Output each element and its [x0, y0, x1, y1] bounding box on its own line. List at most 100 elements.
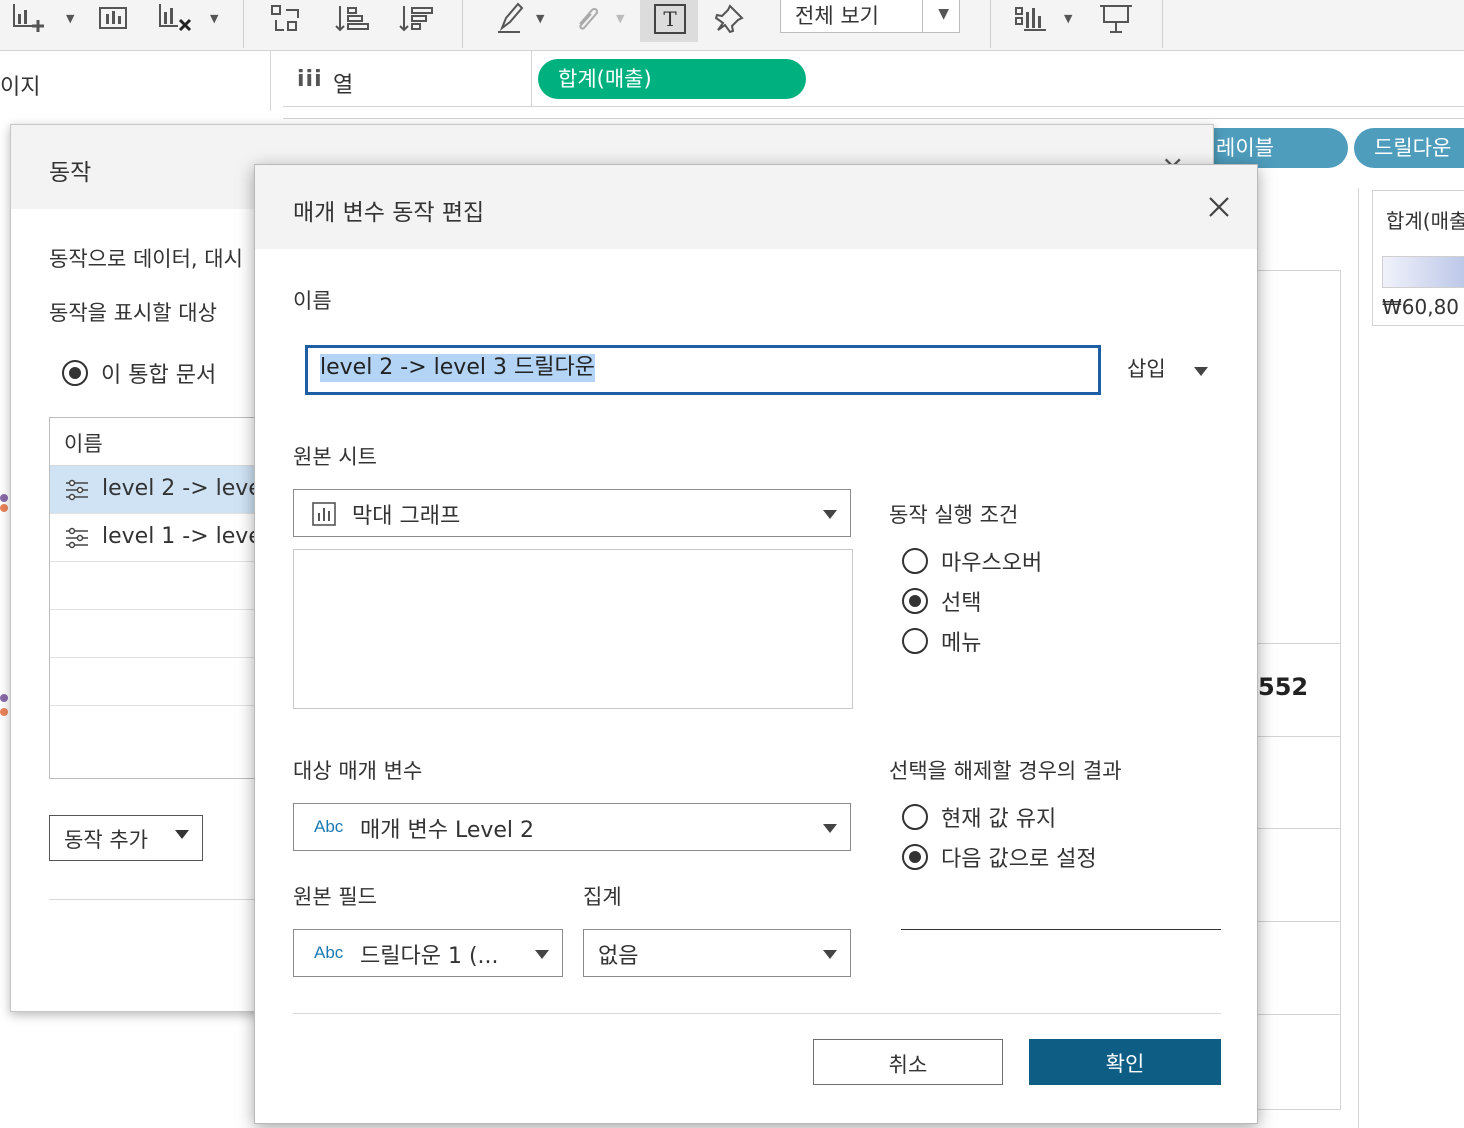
string-type-icon: Abc	[314, 943, 344, 962]
aggregation-value: 없음	[598, 944, 639, 969]
toolbar: ▼ ▼ ▼ ▼ T 전체 보기 ▼ ▼	[0, 0, 1464, 51]
swap-rows-columns-icon[interactable]	[268, 2, 308, 36]
highlight-pen-icon[interactable]	[494, 2, 530, 36]
run-action-on-label: 동작 실행 조건	[889, 503, 1019, 527]
drilldown-mark-pill[interactable]: 드릴다운	[1354, 128, 1464, 168]
toolbar-divider	[462, 0, 463, 48]
name-column-header: 이름	[64, 432, 103, 456]
color-dot	[0, 504, 8, 512]
chevron-down-icon	[822, 948, 838, 960]
table-cell-value: 552	[1258, 673, 1309, 701]
source-field-value: 드릴다운 1 (...	[360, 944, 499, 969]
chevron-down-icon[interactable]: ▼	[536, 12, 544, 25]
toolbar-divider	[1162, 0, 1163, 48]
ok-button[interactable]: 확인	[1029, 1039, 1221, 1085]
edit-dialog-title: 매개 변수 동작 편집	[293, 200, 485, 226]
add-action-button[interactable]: 동작 추가	[49, 815, 203, 861]
table-gridline	[1250, 736, 1340, 737]
keep-current-value-radio[interactable]	[901, 803, 929, 831]
pages-shelf: 이지	[0, 51, 271, 111]
chevron-down-icon[interactable]	[1193, 365, 1209, 377]
show-me-chart-icon[interactable]	[1012, 2, 1056, 36]
add-action-label: 동작 추가	[64, 828, 148, 852]
action-name-input[interactable]: level 2 -> level 3 드릴다운	[305, 345, 1101, 395]
select-radio-label: 선택	[941, 591, 982, 616]
edit-parameter-action-dialog: 매개 변수 동작 편집 이름 level 2 -> level 3 드릴다운 삽…	[254, 164, 1258, 1124]
menu-radio-label: 메뉴	[941, 631, 982, 656]
set-value-to-radio[interactable]	[901, 843, 929, 871]
parameter-action-icon	[64, 526, 90, 550]
aggregation-label: 집계	[583, 885, 622, 909]
actions-description: 동작으로 데이터, 대시	[49, 247, 243, 271]
ok-button-label: 확인	[1105, 1052, 1145, 1076]
clearing-selection-label: 선택을 해제할 경우의 결과	[889, 759, 1122, 783]
group-paperclip-icon[interactable]	[572, 2, 602, 36]
label-mark-pill[interactable]: 레이블	[1212, 128, 1348, 168]
pin-icon[interactable]	[714, 2, 748, 36]
legend-min-value: ₩60,80	[1382, 295, 1460, 319]
chevron-down-icon	[534, 948, 550, 960]
show-actions-for-label: 동작을 표시할 대상	[49, 301, 217, 325]
target-parameter-label: 대상 매개 변수	[293, 759, 423, 783]
workbook-radio[interactable]	[61, 359, 89, 387]
table-gridline	[1250, 921, 1340, 922]
legend-gradient	[1382, 256, 1464, 288]
list-item-label: level 1 -> level	[102, 524, 268, 549]
list-item-label: level 2 -> level	[102, 476, 268, 501]
chevron-down-icon[interactable]: ▼	[66, 12, 74, 25]
chevron-down-icon: ▼	[616, 12, 625, 25]
chevron-down-icon	[174, 828, 190, 840]
menu-radio[interactable]	[901, 627, 929, 655]
chevron-down-icon[interactable]: ▼	[1064, 12, 1072, 25]
select-radio[interactable]	[901, 587, 929, 615]
target-parameter-value: 매개 변수 Level 2	[360, 818, 535, 843]
presentation-mode-icon[interactable]	[1096, 2, 1136, 36]
string-type-icon: Abc	[314, 817, 344, 836]
chevron-down-icon[interactable]: ▼	[210, 12, 218, 25]
value-input-underline	[901, 929, 1221, 930]
aggregation-dropdown[interactable]: 없음	[583, 929, 851, 977]
action-name-value: level 2 -> level 3 드릴다운	[320, 354, 595, 382]
new-worksheet-icon[interactable]	[10, 2, 52, 36]
table-gridline	[1250, 1014, 1340, 1015]
show-mark-labels-button[interactable]: T	[640, 0, 698, 42]
insert-menu-label[interactable]: 삽입	[1127, 353, 1166, 383]
color-dot	[0, 708, 8, 716]
table-gridline	[1250, 828, 1340, 829]
columns-icon: iii	[297, 67, 323, 92]
target-parameter-dropdown[interactable]: Abc 매개 변수 Level 2	[293, 803, 851, 851]
cancel-button[interactable]: 취소	[813, 1039, 1003, 1085]
duplicate-sheet-icon[interactable]	[96, 2, 136, 36]
parameter-action-icon	[64, 478, 90, 502]
actions-dialog-title: 동작	[49, 160, 92, 186]
columns-shelf[interactable]: iii 열 합계(매출)	[283, 51, 1464, 107]
pages-shelf-label: 이지	[0, 75, 41, 100]
toolbar-divider	[243, 0, 244, 48]
source-sheet-value: 막대 그래프	[352, 504, 461, 529]
sort-ascending-icon[interactable]	[332, 2, 372, 36]
source-sheet-label: 원본 시트	[293, 445, 377, 469]
clear-sheet-icon[interactable]	[156, 2, 198, 36]
sort-descending-icon[interactable]	[396, 2, 436, 36]
source-sheet-dropdown[interactable]: 막대 그래프	[293, 489, 851, 537]
hover-radio-label: 마우스오버	[941, 551, 1043, 576]
chevron-down-icon	[822, 822, 838, 834]
edit-dialog-header: 매개 변수 동작 편집	[255, 165, 1257, 249]
columns-shelf-header: iii 열	[283, 51, 532, 106]
color-legend: 합계(매출 ₩60,80	[1372, 190, 1464, 326]
set-value-to-label: 다음 값으로 설정	[941, 847, 1097, 872]
workbook-radio-label: 이 통합 문서	[101, 363, 217, 388]
source-field-label: 원본 필드	[293, 885, 377, 909]
chevron-down-icon: ▼	[938, 6, 949, 22]
divider	[293, 1013, 1221, 1014]
toolbar-divider	[990, 0, 991, 48]
source-field-dropdown[interactable]: Abc 드릴다운 1 (...	[293, 929, 563, 977]
fit-view-select[interactable]: 전체 보기 ▼	[780, 0, 960, 33]
cancel-button-label: 취소	[888, 1053, 928, 1077]
legend-title: 합계(매출	[1386, 209, 1464, 233]
hover-radio[interactable]	[901, 547, 929, 575]
sum-sales-pill[interactable]: 합계(매출)	[538, 59, 806, 99]
keep-current-value-label: 현재 값 유지	[941, 807, 1057, 832]
columns-shelf-label: 열	[333, 73, 354, 98]
close-icon[interactable]	[1207, 195, 1231, 219]
